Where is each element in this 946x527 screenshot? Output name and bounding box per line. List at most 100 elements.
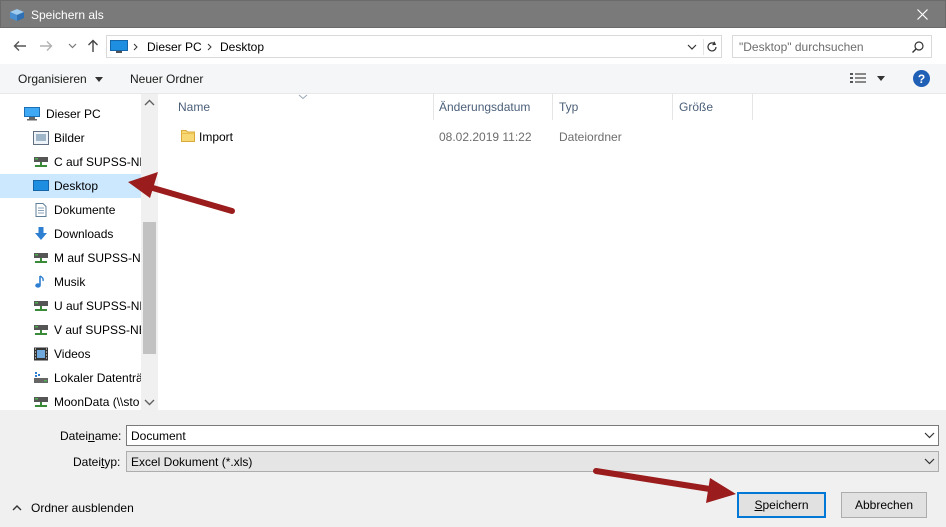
organize-label: Organisieren (18, 72, 87, 86)
nav-scrollbar[interactable] (141, 94, 158, 410)
caret-down-icon (95, 77, 104, 82)
nav-item-videos[interactable]: Videos (0, 342, 141, 366)
chevron-right-icon (133, 43, 138, 51)
scroll-up-arrow-icon[interactable] (144, 98, 155, 108)
nav-item-label: M auf SUPSS-NB0 (54, 251, 141, 265)
nav-item-label: U auf SUPSS-NB0 (54, 299, 141, 313)
scroll-down-arrow-icon[interactable] (144, 397, 155, 407)
column-header-type[interactable]: Typ (559, 100, 578, 114)
close-icon (916, 9, 928, 20)
chevron-down-icon[interactable] (924, 431, 935, 439)
nav-item-label: Videos (54, 347, 91, 361)
scrollbar-thumb[interactable] (143, 222, 156, 354)
column-divider[interactable] (433, 94, 434, 120)
chevron-down-icon[interactable] (685, 41, 699, 53)
chevron-up-icon (12, 505, 22, 511)
network-drive-icon (34, 253, 48, 263)
nav-item-local-disk[interactable]: Lokaler Datenträ (0, 366, 141, 390)
help-icon: ? (917, 71, 926, 86)
nav-item-documents[interactable]: Dokumente (0, 198, 141, 222)
recent-locations-button[interactable] (62, 36, 82, 56)
navigation-pane: Dieser PC Bilder C auf SUPSS-NB0 Desktop… (0, 94, 158, 410)
new-folder-button[interactable]: Neuer Ordner (130, 72, 203, 86)
column-divider[interactable] (752, 94, 753, 120)
file-modified: 08.02.2019 11:22 (439, 130, 532, 144)
pictures-icon (33, 131, 49, 145)
nav-item-pictures[interactable]: Bilder (0, 126, 141, 150)
up-button[interactable] (83, 36, 103, 56)
music-icon (35, 275, 44, 288)
desktop-icon (110, 40, 128, 53)
column-divider[interactable] (552, 94, 553, 120)
folder-icon (181, 130, 195, 142)
network-drive-icon (34, 397, 48, 407)
column-divider[interactable] (672, 94, 673, 120)
nav-item-music[interactable]: Musik (0, 270, 141, 294)
view-options-button[interactable] (850, 72, 886, 86)
search-icon[interactable] (911, 40, 925, 54)
nav-item-m-drive[interactable]: M auf SUPSS-NB0 (0, 246, 141, 270)
search-input[interactable] (739, 39, 899, 55)
desktop-icon (33, 180, 49, 191)
filename-input[interactable] (131, 428, 901, 443)
column-header-size[interactable]: Größe (679, 100, 713, 114)
filename-label: Dateiname: (60, 429, 122, 443)
title-bar: Speichern als (0, 0, 946, 28)
nav-item-label: MoonData (\\sto (54, 395, 140, 409)
address-bar[interactable]: Dieser PC Desktop (106, 35, 722, 58)
save-options-area: Dateiname: Dateityp: Excel Dokument (*.x… (0, 410, 946, 527)
chevron-down-icon[interactable] (924, 457, 935, 465)
close-button[interactable] (899, 1, 945, 28)
file-list: Name Änderungsdatum Typ Größe Import 08.… (160, 94, 946, 410)
nav-item-downloads[interactable]: Downloads (0, 222, 141, 246)
details-view-icon (850, 73, 866, 83)
file-type: Dateiordner (559, 130, 622, 144)
save-button[interactable]: Speichern (737, 492, 826, 518)
address-row: Dieser PC Desktop (0, 28, 946, 64)
chevron-right-icon (207, 43, 212, 51)
documents-icon (35, 203, 47, 217)
filetype-value: Excel Dokument (*.xls) (131, 455, 253, 469)
nav-item-c-drive[interactable]: C auf SUPSS-NB0 (0, 150, 141, 174)
nav-item-label: Lokaler Datenträ (54, 371, 141, 385)
computer-icon (24, 107, 40, 121)
refresh-icon (706, 41, 717, 52)
nav-item-desktop[interactable]: Desktop (0, 174, 141, 198)
caret-down-icon (877, 76, 885, 81)
nav-item-moondata[interactable]: MoonData (\\sto (0, 390, 141, 410)
column-header-name[interactable]: Name (178, 100, 210, 114)
organize-button[interactable]: Organisieren (18, 72, 104, 86)
arrow-left-icon (13, 41, 26, 51)
breadcrumb-desktop[interactable]: Desktop (220, 40, 264, 54)
arrow-right-icon (40, 41, 53, 51)
network-drive-icon (34, 325, 48, 335)
file-name: Import (199, 130, 234, 144)
nav-item-label: Downloads (54, 227, 114, 241)
back-button[interactable] (10, 36, 30, 56)
table-row[interactable]: Import 08.02.2019 11:22 Dateiordner (176, 124, 736, 148)
nav-item-u-drive[interactable]: U auf SUPSS-NB0 (0, 294, 141, 318)
filename-field[interactable] (126, 425, 939, 446)
refresh-button[interactable] (703, 39, 719, 55)
nav-item-label: Dieser PC (46, 107, 101, 121)
videos-icon (34, 347, 48, 361)
nav-item-label: Bilder (54, 131, 85, 145)
nav-item-label: Dokumente (54, 203, 116, 217)
local-disk-icon (34, 372, 48, 383)
column-header-date[interactable]: Änderungsdatum (439, 100, 530, 114)
nav-item-v-drive[interactable]: V auf SUPSS-NB0 (0, 318, 141, 342)
hide-folders-label: Ordner ausblenden (31, 501, 134, 515)
help-button[interactable]: ? (913, 70, 930, 87)
search-box[interactable] (732, 35, 932, 58)
nav-item-label: Desktop (54, 179, 99, 193)
downloads-icon (35, 227, 47, 240)
forward-button[interactable] (36, 36, 56, 56)
nav-item-label: Musik (54, 275, 86, 289)
nav-item-this-pc[interactable]: Dieser PC (0, 102, 141, 126)
filetype-select[interactable]: Excel Dokument (*.xls) (126, 451, 939, 472)
breadcrumb-this-pc[interactable]: Dieser PC (147, 40, 202, 54)
command-bar: Organisieren Neuer Ordner ? (0, 64, 946, 94)
window-title: Speichern als (31, 8, 104, 22)
network-drive-icon (34, 157, 48, 167)
cancel-button[interactable]: Abbrechen (841, 492, 927, 518)
